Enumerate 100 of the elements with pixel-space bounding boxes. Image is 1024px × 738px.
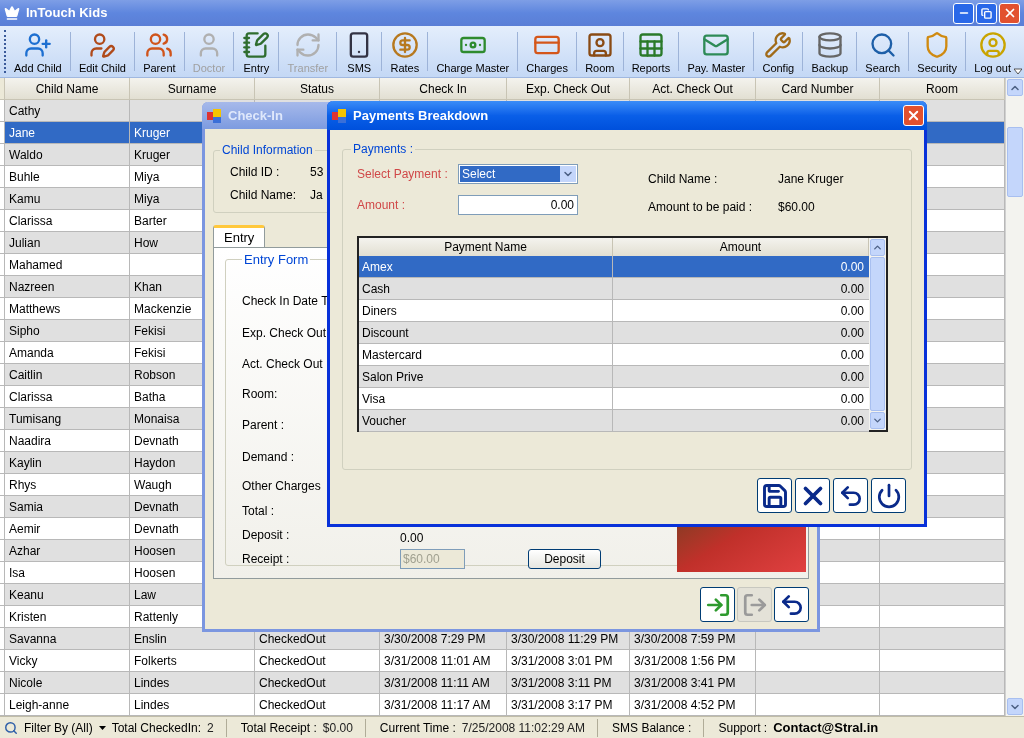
close-button[interactable] [903, 105, 924, 126]
scroll-thumb[interactable] [1007, 127, 1023, 197]
restore-button[interactable] [976, 2, 997, 24]
people-icon [145, 31, 174, 59]
toolbar-button[interactable]: Edit Child [75, 26, 129, 77]
toolbar-button[interactable]: Charges [523, 26, 571, 77]
table-cell-text: Waugh [134, 476, 172, 494]
overflow-chevron-icon [1014, 67, 1022, 75]
group-title: Child Information [221, 142, 314, 159]
table-cell-text: Amex [362, 258, 393, 276]
toolbar-button[interactable]: Add Child [11, 26, 65, 77]
table-cell-text: Salon Prive [362, 368, 424, 386]
table-row[interactable]: Salon Prive 0.00 [359, 366, 869, 388]
field-label: Act. Check Out [242, 357, 323, 371]
user-circle-icon [978, 31, 1007, 59]
column-header[interactable]: Act. Check Out [630, 78, 756, 100]
column-header[interactable]: Child Name [5, 78, 130, 100]
restore-icon [981, 7, 992, 19]
user-pen-icon [88, 31, 117, 59]
table-cell-text: Caitlin [9, 366, 43, 384]
table-cell-text: 3/31/2008 3:11 PM [511, 674, 612, 692]
column-header[interactable]: Surname [130, 78, 255, 100]
status-value: Contact@Stral.in [773, 718, 879, 737]
close-button[interactable] [999, 2, 1020, 24]
toolbar-button[interactable]: Backup [808, 26, 852, 77]
search-icon [4, 720, 18, 735]
field-label: Other Charges [242, 478, 321, 493]
payment-select[interactable]: Select [458, 164, 578, 184]
toolbar-button[interactable]: Room [582, 26, 618, 77]
column-header[interactable]: Check In [380, 78, 507, 100]
table-cell-text: 3/31/2008 1:56 PM [634, 652, 736, 670]
toolbar-button[interactable]: Parent [140, 26, 179, 77]
column-header[interactable]: Status [255, 78, 380, 100]
table-cell-text: Keanu [9, 586, 44, 604]
scrollbar[interactable] [1005, 78, 1024, 716]
table-cell-text: Vicky [9, 652, 38, 670]
tab[interactable]: Entry [213, 225, 266, 247]
spreadsheet-icon [636, 31, 665, 59]
table-cell-text: CheckedOut [259, 652, 326, 670]
toolbar-button[interactable]: Log out [971, 26, 1014, 77]
minimize-button[interactable] [953, 2, 974, 24]
toolbar-button[interactable]: Entry [239, 26, 274, 77]
status-label: Current Time : [364, 718, 456, 737]
filter-dropdown[interactable]: Filter By (All) [24, 718, 106, 737]
table-cell-text: Julian [9, 234, 41, 252]
table-row[interactable]: Visa 0.00 [359, 388, 869, 410]
table-cell-text: Haydon [134, 454, 176, 472]
table-cell-text: Leigh-anne [9, 696, 70, 714]
table-row[interactable]: Nicole Lindes CheckedOut 3/31/2008 11:11 AM 3/31/2008 3:11 PM 3/31/2008 3:41 PM [0, 672, 1005, 694]
toolbar-button[interactable]: SMS [342, 26, 377, 77]
table-row[interactable]: Leigh-anne Lindes CheckedOut 3/31/2008 11:17 AM 3/31/2008 3:17 PM 3/31/2008 4:52 PM [0, 694, 1005, 716]
table-row[interactable]: Discount 0.00 [359, 322, 869, 344]
table-cell-text: Sipho [9, 322, 40, 340]
table-cell-text: Hoosen [134, 564, 176, 582]
check-in-button[interactable] [700, 587, 735, 622]
toolbar-button[interactable]: Security [914, 26, 961, 77]
table-cell-text: 0.00 [840, 412, 864, 430]
table-cell-text: Waldo [9, 146, 43, 164]
amount-field[interactable]: 0.00 [458, 195, 578, 215]
toolbar-button[interactable]: Rates [387, 26, 423, 77]
table-row[interactable]: Cash 0.00 [359, 278, 869, 300]
table-cell-text: 3/30/2008 7:29 PM [384, 630, 486, 648]
group-title: Payments : [352, 141, 415, 158]
table-cell-text: Mastercard [362, 346, 423, 364]
table-cell-text: Nazreen [9, 278, 55, 296]
field-label: Room: [242, 387, 278, 401]
table-row[interactable]: Diners 0.00 [359, 300, 869, 322]
table-cell-text: Visa [362, 390, 386, 408]
window-title: InTouch Kids [26, 4, 109, 23]
table-cell-text: Tumisang [9, 410, 62, 428]
undo-button[interactable] [833, 478, 868, 513]
field-label: Total : [242, 503, 274, 518]
table-cell-text: Lindes [134, 696, 170, 714]
table-cell-text: 3/31/2008 3:41 PM [634, 674, 736, 692]
table-row[interactable]: Voucher 0.00 [359, 410, 869, 432]
undo-button[interactable] [774, 587, 809, 622]
field-label: Deposit : [242, 527, 290, 542]
column-header[interactable]: Room [880, 78, 1005, 100]
table-cell-text: Cash [362, 280, 390, 298]
toolbar-button[interactable]: Config [759, 26, 798, 77]
dialog-title: Payments Breakdown [353, 106, 490, 125]
column-header[interactable]: Exp. Check Out [507, 78, 630, 100]
save-button[interactable] [757, 478, 792, 513]
column-header[interactable]: Card Number [756, 78, 880, 100]
table-cell-text: Kamu [9, 190, 41, 208]
field-label: Demand : [242, 449, 295, 464]
table-row[interactable]: Mastercard 0.00 [359, 344, 869, 366]
deposit-button[interactable]: Deposit [528, 548, 601, 569]
table-row[interactable]: Vicky Folkerts CheckedOut 3/31/2008 11:01 AM 3/31/2008 3:01 PM 3/31/2008 1:56 PM [0, 650, 1005, 672]
toolbar-button[interactable]: Charge Master [433, 26, 513, 77]
table-row[interactable]: Amex 0.00 [359, 256, 869, 278]
table-cell-text: Cathy [9, 102, 41, 120]
scrollbar[interactable] [869, 238, 886, 430]
toolbar-button[interactable]: Reports [628, 26, 674, 77]
power-button[interactable] [871, 478, 906, 513]
cancel-button[interactable] [795, 478, 830, 513]
toolbar-button[interactable]: Pay. Master [684, 26, 749, 77]
toolbar-button[interactable]: Search [862, 26, 904, 77]
scroll-down-icon [872, 415, 883, 426]
table-cell-text: 0.00 [840, 368, 864, 386]
